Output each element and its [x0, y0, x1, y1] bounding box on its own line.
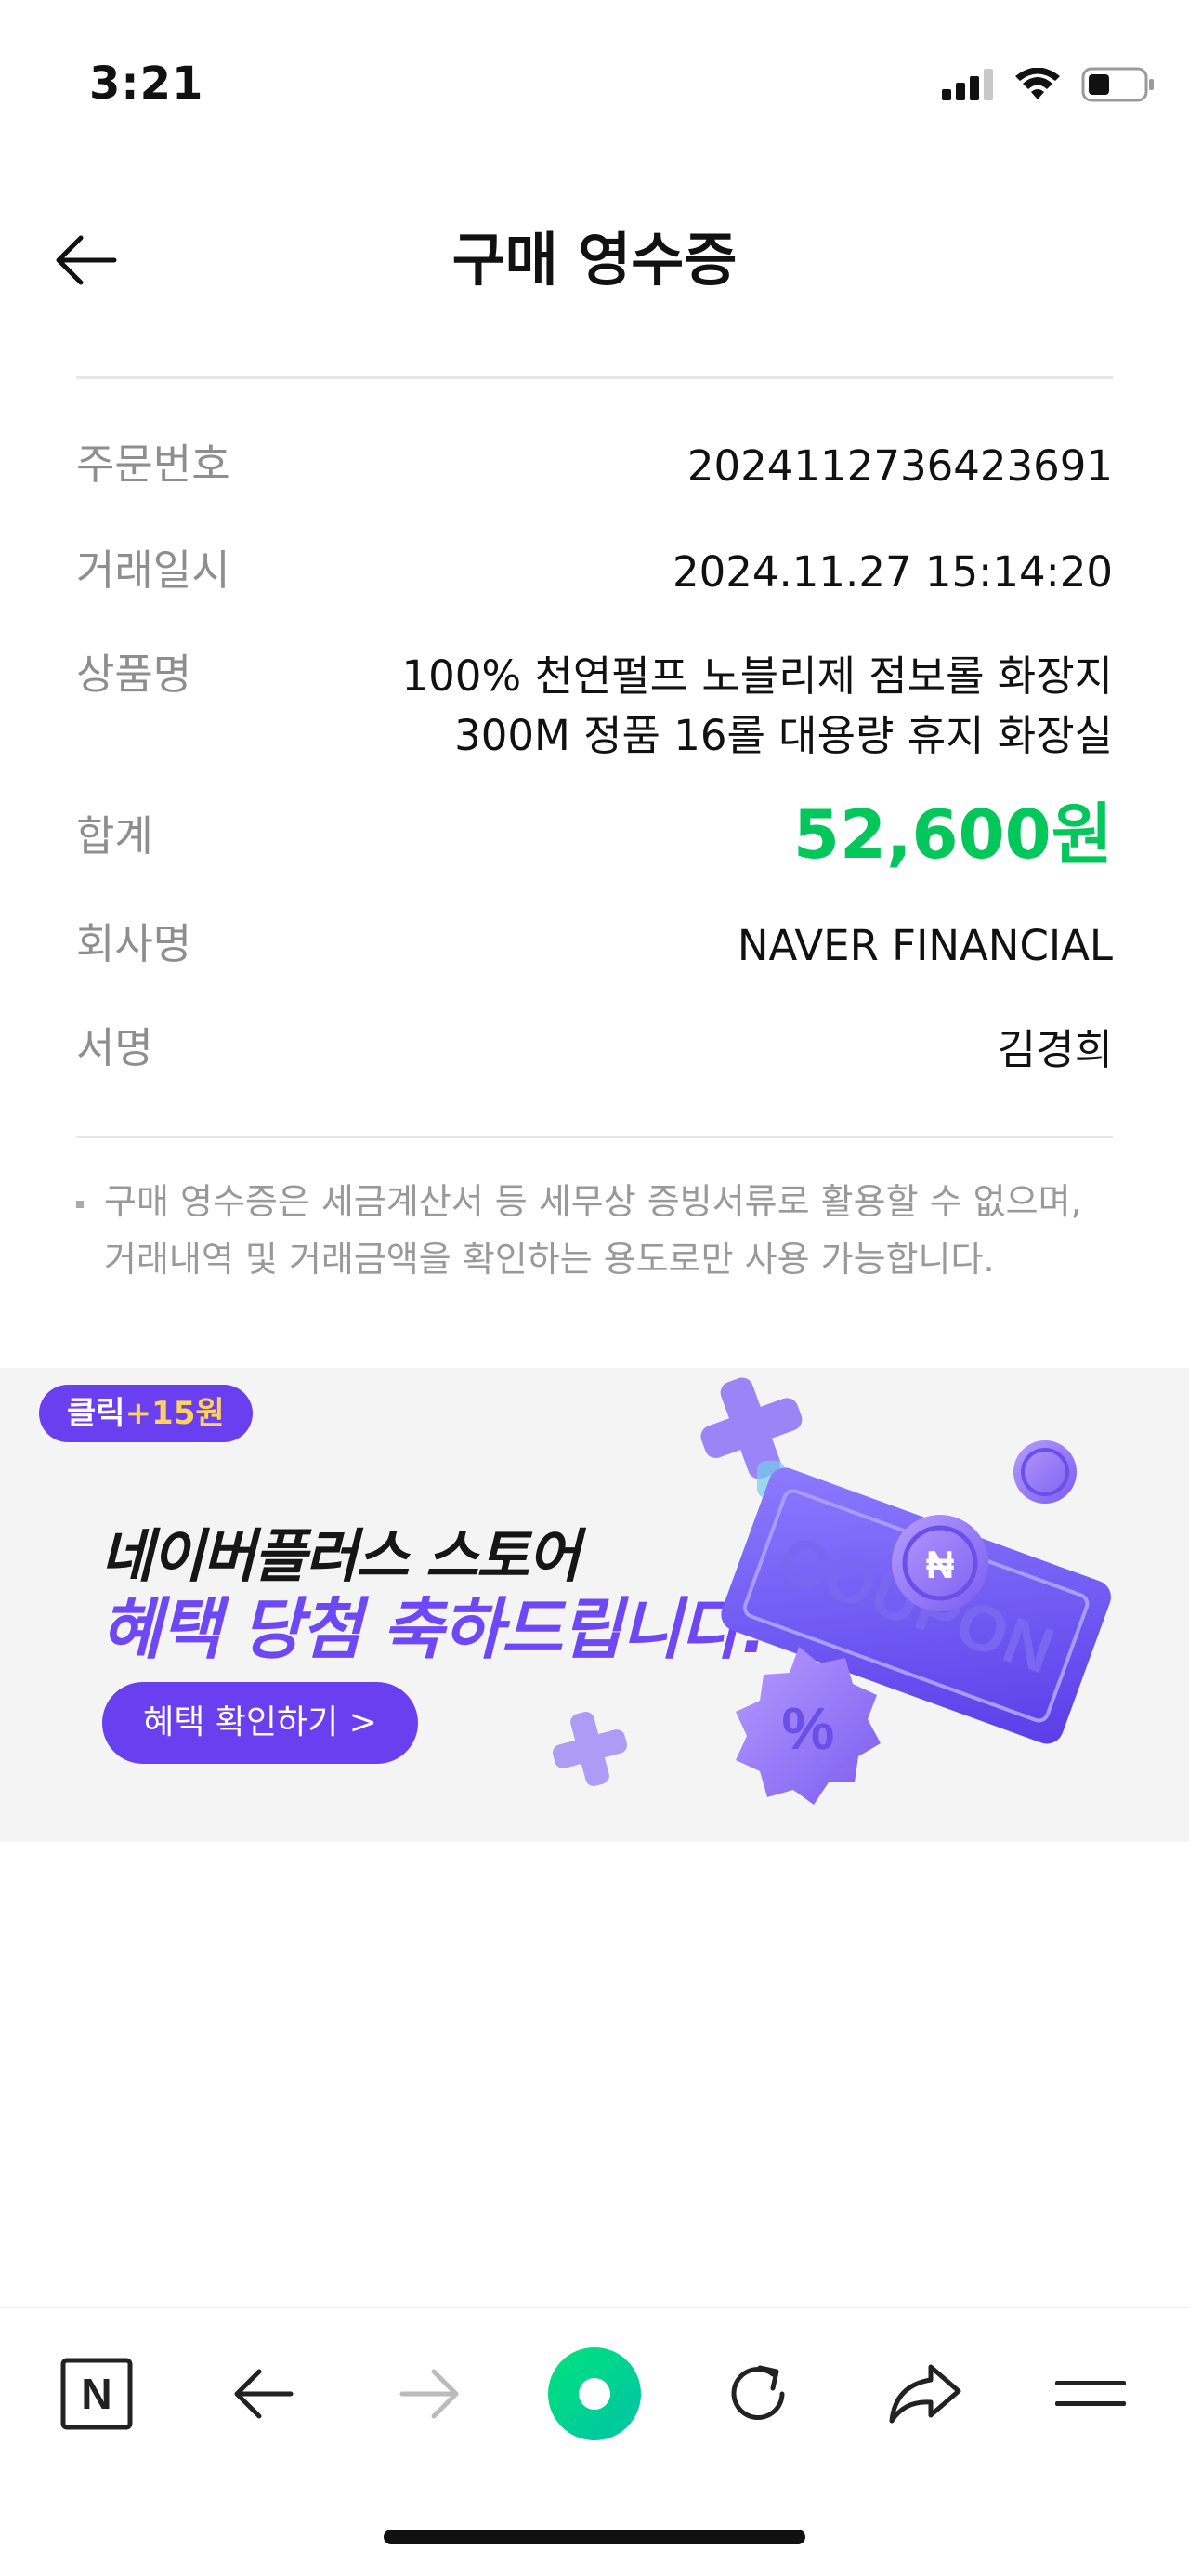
cellular-signal-icon — [942, 69, 993, 100]
share-button[interactable] — [869, 2338, 981, 2450]
back-arrow-icon — [234, 2369, 294, 2419]
signature-label: 서명 — [76, 1023, 153, 1072]
header: 구매 영수증 — [0, 186, 1189, 335]
status-time: 3:21 — [89, 58, 204, 110]
top-divider — [76, 376, 1113, 379]
badge-prefix: 클릭 — [67, 1395, 125, 1432]
product-name-value: 100% 천연펄프 노블리제 점보롤 화장지 300M 정품 16롤 대용량 휴… — [401, 651, 1113, 760]
naver-letter: N — [81, 2370, 111, 2418]
browser-toolbar: N — [0, 2307, 1189, 2474]
menu-icon — [1055, 2381, 1126, 2406]
coupon-illustration: COUPON ₦ % — [553, 1377, 1111, 1805]
browser-forward-button[interactable] — [373, 2338, 485, 2450]
reward-badge: 클릭+15원 — [39, 1385, 253, 1442]
share-icon — [889, 2364, 961, 2424]
bottom-divider — [76, 1136, 1113, 1138]
benefit-check-button[interactable]: 혜택 확인하기 > — [102, 1682, 418, 1764]
coin-glyph: ₦ — [926, 1543, 954, 1586]
promo-banner[interactable]: 클릭+15원 네이버플러스 스토어 혜택 당첨 축하드립니다! 혜택 확인하기 … — [0, 1368, 1189, 1842]
forward-arrow-icon — [399, 2369, 459, 2419]
order-number-label: 주문번호 — [76, 440, 230, 489]
status-icons — [942, 61, 1156, 108]
green-dot-icon — [548, 2347, 641, 2440]
wifi-icon — [1015, 68, 1060, 99]
browser-back-button[interactable] — [208, 2338, 320, 2450]
green-dot-button[interactable] — [539, 2338, 650, 2450]
notice-bullet — [76, 1201, 84, 1208]
total-label: 합계 — [76, 811, 153, 861]
refresh-button[interactable] — [702, 2338, 814, 2450]
status-bar: 3:21 — [0, 0, 1189, 139]
page-title: 구매 영수증 — [451, 226, 738, 294]
transaction-date-value: 2024.11.27 15:14:20 — [672, 547, 1113, 597]
home-indicator[interactable] — [384, 2530, 805, 2544]
battery-icon — [1081, 67, 1154, 102]
company-value: NAVER FINANCIAL — [737, 921, 1113, 970]
plus-shape-bottom — [553, 1712, 627, 1786]
naver-home-button[interactable]: N — [41, 2338, 152, 2450]
order-number-value: 2024112736423691 — [686, 441, 1113, 491]
receipt-notice: 구매 영수증은 세금계산서 등 세무상 증빙서류로 활용할 수 없으며, 거래내… — [76, 1173, 1113, 1288]
menu-button[interactable] — [1035, 2338, 1146, 2450]
badge-reward: +15원 — [124, 1395, 225, 1432]
signature-value: 김경희 — [997, 1025, 1113, 1074]
product-name-label: 상품명 — [76, 650, 192, 699]
notice-text: 구매 영수증은 세금계산서 등 세무상 증빙서류로 활용할 수 없으며, 거래내… — [104, 1181, 1082, 1280]
naver-home-icon: N — [60, 2358, 133, 2430]
company-label: 회사명 — [76, 919, 192, 968]
total-amount: 52,600원 — [792, 795, 1113, 874]
refresh-icon — [731, 2365, 785, 2420]
percent-glyph: % — [782, 1695, 835, 1762]
transaction-date-label: 거래일시 — [76, 545, 230, 595]
